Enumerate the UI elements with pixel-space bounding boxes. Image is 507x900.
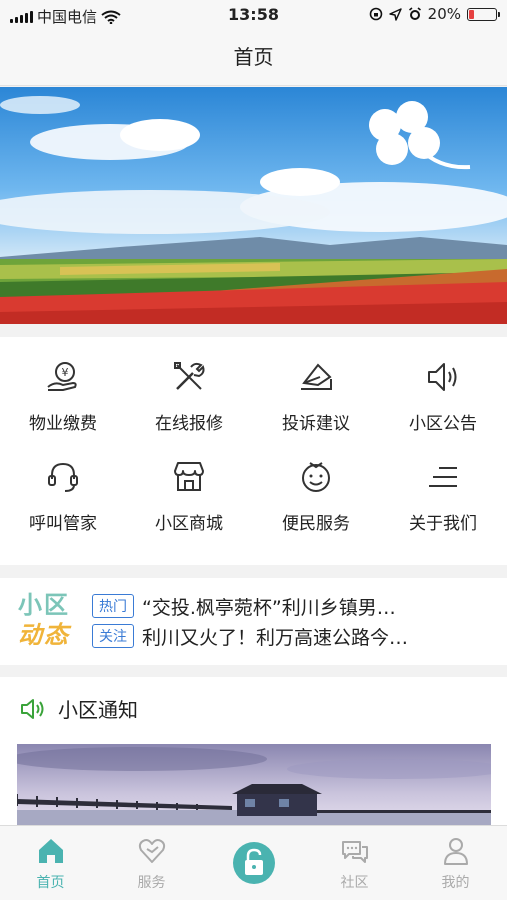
call-manager-label: 呼叫管家 [29,514,97,534]
tab-profile[interactable]: 我的 [405,826,506,900]
community-store-button[interactable]: 小区商城 [126,437,252,537]
location-arrow-icon [388,7,402,21]
service-face-icon [302,462,330,492]
pier-picture [17,744,491,825]
battery-icon [467,7,500,21]
speaker-icon [428,363,457,391]
banner-image[interactable] [0,87,507,324]
news-tag-follow: 关注 [92,624,134,648]
bottom-tab-bar: 首页 服务 社区 我的 [0,825,507,900]
user-icon [444,838,468,865]
unlock-icon [245,848,263,875]
notice-title: 小区通知 [58,698,138,722]
news-headline: “交投.枫亭菀杯”利川乡镇男… [142,596,396,619]
announcement-label: 小区公告 [409,414,477,434]
tab-label: 服务 [137,875,166,891]
tab-label: 首页 [36,875,65,891]
home-icon [39,839,63,863]
notice-image[interactable] [17,744,491,825]
rotation-lock-icon [369,7,382,21]
convenience-service-label: 便民服务 [282,514,350,534]
community-store-label: 小区商城 [155,514,223,534]
news-item[interactable]: 热门 “交投.枫亭菀杯”利川乡镇男… [92,592,396,620]
payment-label: 物业缴费 [29,414,97,434]
alarm-icon [408,7,421,20]
chat-bubbles-icon [342,841,368,863]
payment-icon: ¥ [47,362,77,391]
news-logo: 小区 动态 [18,590,82,650]
svg-text:¥: ¥ [62,366,69,379]
payment-button[interactable]: ¥ 物业缴费 [0,337,126,437]
heart-icon [138,839,166,863]
headset-icon [48,462,78,492]
status-bar: 中国电信 13:58 20% [0,0,507,30]
repair-button[interactable]: 在线报修 [126,337,252,437]
tab-label: 我的 [441,875,470,891]
repair-label: 在线报修 [155,414,223,434]
community-news: 小区 动态 热门 “交投.枫亭菀杯”利川乡镇男… 关注 利川又火了！利万高速公路… [0,578,507,665]
complaint-envelope-icon [301,363,332,390]
news-headline: 利川又火了！利万高速公路今… [142,626,409,649]
about-us-label: 关于我们 [409,514,477,534]
news-logo-line1: 小区 [18,591,70,619]
complaint-label: 投诉建议 [282,414,350,434]
complaint-button[interactable]: 投诉建议 [253,337,379,437]
news-logo-line2: 动态 [18,621,70,649]
page-title: 首页 [0,30,507,86]
convenience-service-button[interactable]: 便民服务 [253,437,379,537]
tab-label: 社区 [340,875,369,891]
call-manager-button[interactable]: 呼叫管家 [0,437,126,537]
menu-lines-icon [429,467,457,487]
store-icon [174,462,204,491]
announcement-button[interactable]: 小区公告 [380,337,506,437]
news-tag-hot: 热门 [92,594,134,618]
battery-percent: 20% [427,5,461,23]
unlock-button[interactable] [233,842,275,884]
landscape-picture [0,87,507,324]
service-grid: ¥ 物业缴费 在线报修 投诉建议 小区公告 呼叫管家 小区商城 便民服务 关于我… [0,337,507,565]
news-item[interactable]: 关注 利川又火了！利万高速公路今… [92,622,408,650]
tab-home[interactable]: 首页 [0,826,101,900]
tab-service[interactable]: 服务 [101,826,202,900]
speaker-icon [21,698,44,719]
community-notice-section: 小区通知 [0,677,507,825]
repair-tools-icon [174,362,205,390]
notice-header: 小区通知 [20,694,138,723]
about-us-button[interactable]: 关于我们 [380,437,506,537]
tab-community[interactable]: 社区 [304,826,405,900]
battery-level-fill [469,9,474,19]
